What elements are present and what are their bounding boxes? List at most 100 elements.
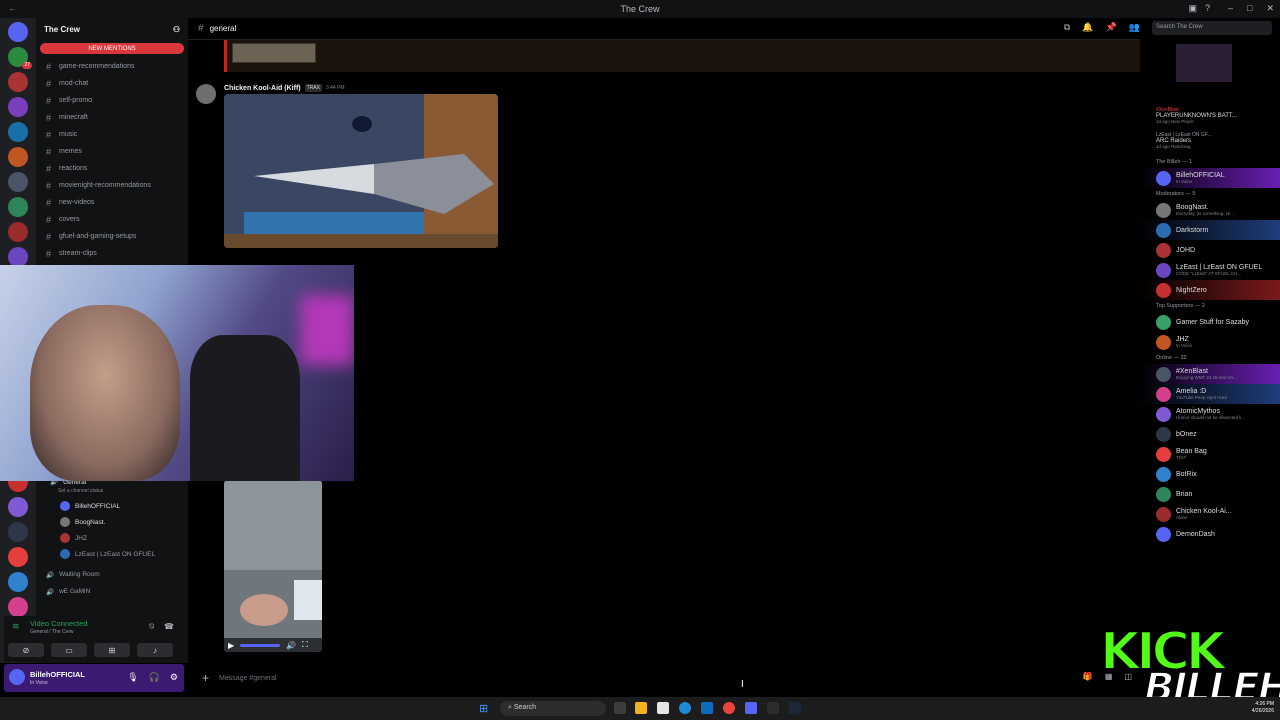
fullscreen-icon[interactable]: ⛶	[302, 640, 308, 650]
channel-item[interactable]: # game-recommendations	[36, 58, 188, 75]
message-input[interactable]: Message #general	[219, 675, 277, 682]
server-icon[interactable]: 27	[8, 47, 32, 69]
task-view-icon[interactable]	[614, 702, 626, 714]
voice-channel-status[interactable]: Set a channel status	[36, 488, 188, 498]
member-item[interactable]: BillehOFFICIAL In Voice	[1140, 168, 1280, 188]
member-item[interactable]: JHZ In Voice	[1140, 332, 1280, 352]
member-item[interactable]: JOHD	[1140, 240, 1280, 260]
server-icon[interactable]	[8, 522, 28, 542]
play-icon[interactable]: ▶	[228, 641, 234, 650]
search-input[interactable]: Search The Crew	[1152, 21, 1272, 35]
bell-icon[interactable]: 🔔	[1082, 22, 1093, 33]
server-icon[interactable]	[8, 172, 28, 192]
member-item[interactable]: BoogNast. Everyday, its something. Hi...	[1140, 200, 1280, 220]
activity-preview[interactable]	[1176, 44, 1232, 82]
steam-icon[interactable]	[789, 702, 801, 714]
chrome-icon[interactable]	[723, 702, 735, 714]
voice-status-subtitle[interactable]: General / The Crew	[30, 629, 74, 635]
member-item[interactable]: Gamer Stuff for Sazaby	[1140, 312, 1280, 332]
gift-icon[interactable]: 🎁	[1083, 672, 1093, 681]
channel-item[interactable]: # new-videos	[36, 194, 188, 211]
avatar[interactable]	[9, 669, 25, 685]
voice-member[interactable]: JHZ	[36, 530, 188, 546]
channel-item[interactable]: # reactions	[36, 160, 188, 177]
new-mentions-pill[interactable]: NEW MENTIONS	[40, 43, 184, 54]
help-icon[interactable]: ?	[1205, 3, 1210, 14]
member-item[interactable]: BotRix	[1140, 464, 1280, 484]
noise-suppression-icon[interactable]: ⍉	[149, 622, 154, 632]
headphones-icon[interactable]: 🎧	[149, 672, 160, 683]
activity-card[interactable]: LzEast | LzEast ON GF... ARC Raiders 1d …	[1140, 131, 1280, 150]
activity-card[interactable]: #XenBlast PLAYERUNKNOWN'S BATT... 1d ago…	[1140, 106, 1280, 125]
inbox-icon[interactable]: ▣	[1188, 3, 1197, 14]
member-item[interactable]: Bean Bag TGIF	[1140, 444, 1280, 464]
discord-icon[interactable]	[745, 702, 757, 714]
channel-item[interactable]: # gfuel-and-gaming-setups	[36, 228, 188, 245]
soundboard-button[interactable]: ♪	[137, 643, 173, 657]
threads-icon[interactable]: ⧉	[1064, 22, 1070, 33]
member-item[interactable]: NightZero	[1140, 280, 1280, 300]
member-item[interactable]: LzEast | LzEast ON GFUEL CODE "LzEast" AT…	[1140, 260, 1280, 280]
message-video[interactable]: ▶ 🔊 ⛶	[224, 480, 322, 652]
gear-icon[interactable]: ⚙	[170, 672, 178, 683]
message-image[interactable]	[224, 94, 498, 248]
voice-member[interactable]: LzEast | LzEast ON GFUEL	[36, 546, 188, 562]
taskbar-search[interactable]: ⌕ Search	[500, 701, 606, 716]
minimize-button[interactable]: –	[1228, 3, 1233, 14]
system-clock[interactable]: 4:26 PM 4/26/2026	[1252, 701, 1274, 715]
voice-channel-we-gamin[interactable]: 🔊 wE GaMiN	[36, 583, 188, 600]
server-icon[interactable]	[8, 22, 28, 42]
outlook-icon[interactable]	[701, 702, 713, 714]
server-icon[interactable]	[8, 597, 28, 617]
volume-icon[interactable]: 🔊	[286, 641, 296, 650]
video-progress[interactable]	[240, 643, 281, 647]
maximize-button[interactable]: □	[1247, 3, 1252, 14]
server-icon[interactable]	[8, 497, 28, 517]
server-icon[interactable]	[8, 97, 28, 117]
disconnect-icon[interactable]: ☎	[164, 622, 174, 631]
start-icon[interactable]: ⊞	[479, 702, 488, 715]
member-item[interactable]: Amelia :D YouTube Peep Spot Hunt	[1140, 384, 1280, 404]
pin-icon[interactable]: 📌	[1106, 22, 1117, 33]
edge-icon[interactable]	[679, 702, 691, 714]
avatar[interactable]	[196, 84, 216, 104]
voice-member[interactable]: BoogNast.	[36, 514, 188, 530]
channel-item[interactable]: # covers	[36, 211, 188, 228]
user-panel[interactable]: BillehOFFICIAL In Voice 🎙 🎧 ⚙	[4, 664, 184, 692]
voice-member[interactable]: BillehOFFICIAL	[36, 498, 188, 514]
server-icon[interactable]	[8, 222, 28, 242]
message-author[interactable]: Chicken Kool-Aid (Kiff)	[224, 85, 301, 92]
member-item[interactable]: #XenBlast Enjoying WMT 24.26 and VA...	[1140, 364, 1280, 384]
member-item[interactable]: Darkstorm	[1140, 220, 1280, 240]
camera-off-button[interactable]: ⊘	[8, 643, 44, 657]
server-icon[interactable]	[8, 197, 28, 217]
server-icon[interactable]	[8, 147, 28, 167]
member-item[interactable]: DemonDash	[1140, 524, 1280, 544]
server-icon[interactable]	[8, 72, 28, 92]
close-button[interactable]: ✕	[1266, 3, 1274, 14]
media-thumbnail[interactable]	[232, 43, 316, 63]
file-explorer-icon[interactable]	[635, 702, 647, 714]
voice-channel-waiting-room[interactable]: 🔊 Waiting Room	[36, 566, 188, 583]
server-icon[interactable]	[8, 247, 28, 267]
members-icon[interactable]: 👥	[1129, 22, 1140, 33]
channel-item[interactable]: # mod-chat	[36, 75, 188, 92]
add-user-icon[interactable]: ⚇	[173, 25, 180, 34]
member-item[interactable]: AtomicMythos Humor should not be dissecte…	[1140, 404, 1280, 424]
server-header[interactable]: The Crew ⚇	[36, 18, 188, 40]
member-item[interactable]: Brian	[1140, 484, 1280, 504]
server-icon[interactable]	[8, 572, 28, 592]
server-icon[interactable]	[8, 547, 28, 567]
member-item[interactable]: bOnez	[1140, 424, 1280, 444]
microphone-icon[interactable]: 🎙	[127, 672, 138, 683]
activities-button[interactable]: ⊞	[94, 643, 130, 657]
channel-item[interactable]: # stream-clips	[36, 245, 188, 262]
screen-share-button[interactable]: ▭	[51, 643, 87, 657]
channel-item[interactable]: # music	[36, 126, 188, 143]
store-icon[interactable]	[657, 702, 669, 714]
terminal-icon[interactable]	[767, 702, 779, 714]
channel-item[interactable]: # memes	[36, 143, 188, 160]
channel-item[interactable]: # movienight-recommendations	[36, 177, 188, 194]
add-attachment-icon[interactable]: +	[202, 671, 209, 685]
server-icon[interactable]	[8, 122, 28, 142]
